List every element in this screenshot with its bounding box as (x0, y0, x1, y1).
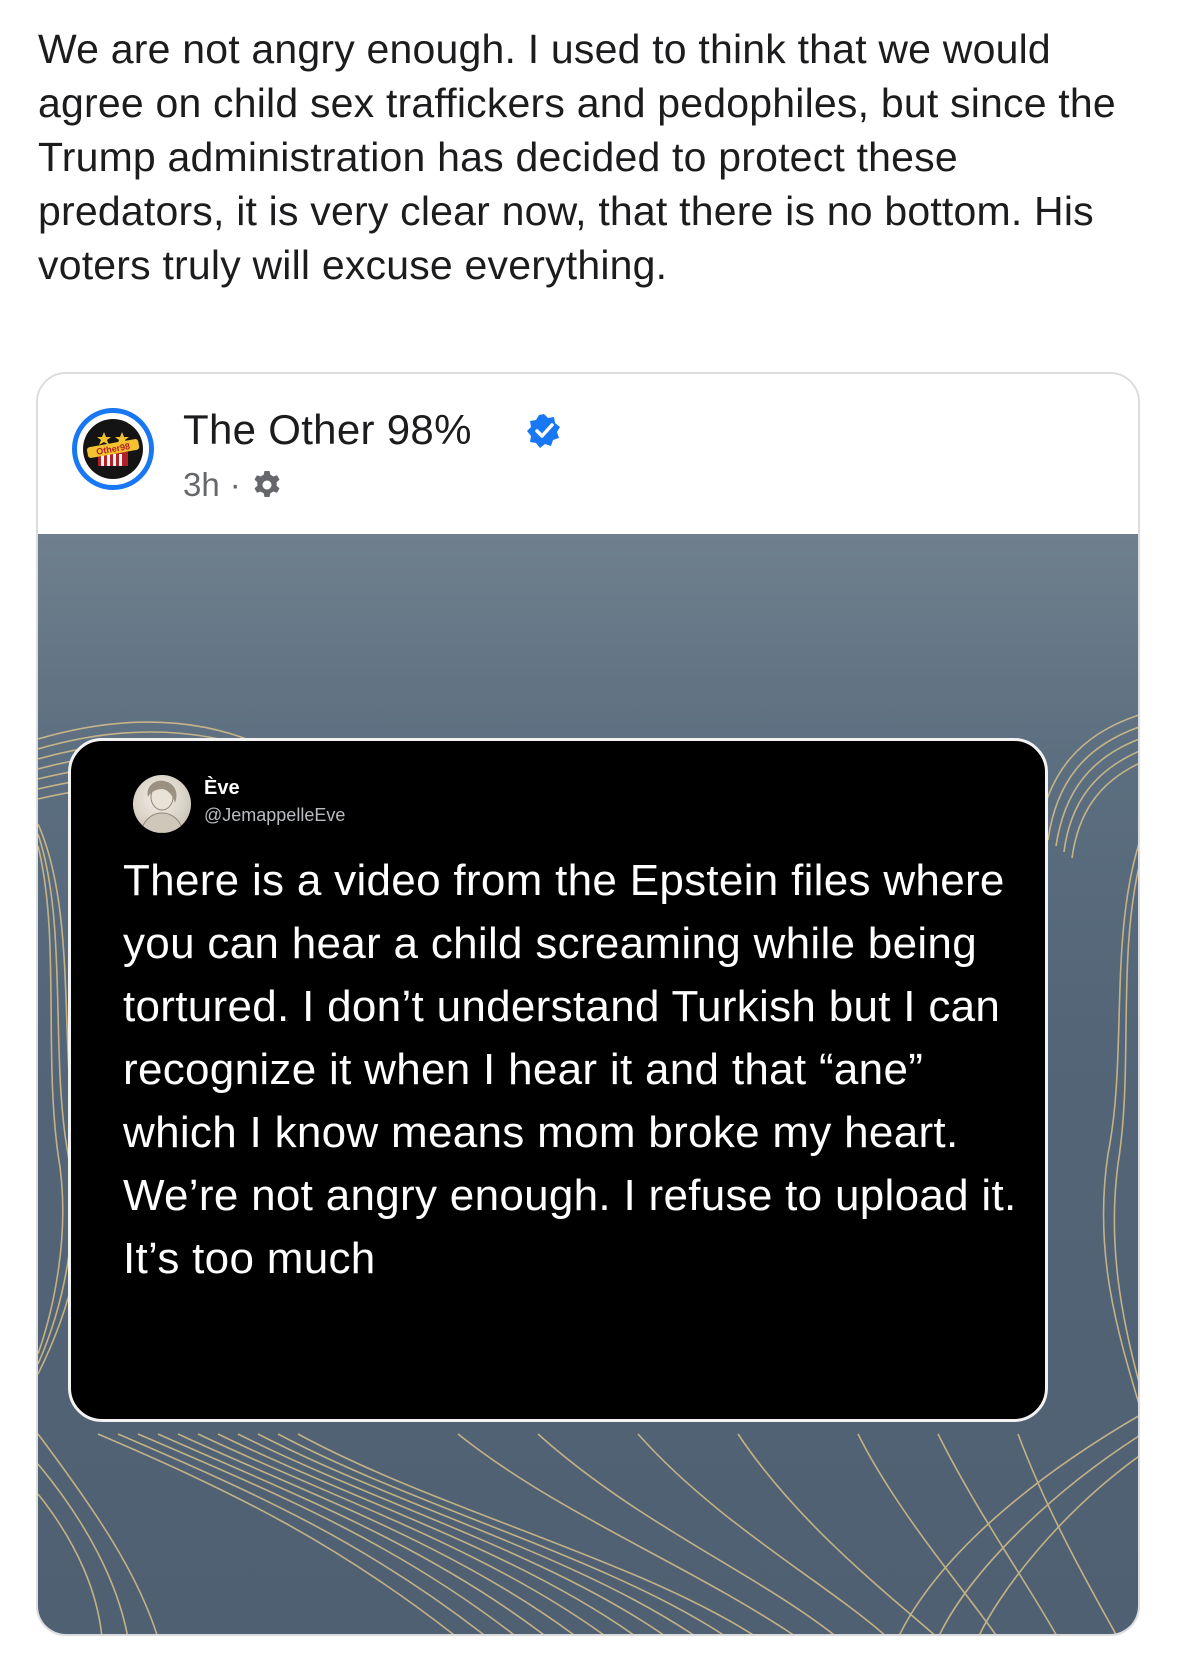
tweet-text: There is a video from the Epstein files … (123, 856, 1017, 1283)
quoted-tweet-card: Ève @JemappelleEve There is a video from… (68, 738, 1048, 1422)
portrait-icon (140, 780, 184, 833)
tweet-author: Ève (204, 777, 240, 799)
other98-logo-icon: Other98 (83, 419, 143, 479)
meta-separator: · (229, 466, 241, 503)
tweet-avatar (133, 775, 191, 833)
post-text: We are not angry enough. I used to think… (38, 26, 1116, 288)
post-time[interactable]: 3h (183, 466, 220, 504)
shared-post-card[interactable]: Other98 The Other 98% 3h · Ève @Jemappel… (36, 372, 1140, 1636)
page-avatar[interactable]: Other98 (72, 408, 154, 490)
post-meta: 3h · (183, 466, 283, 504)
gear-icon (254, 471, 280, 497)
verified-badge-icon (527, 414, 560, 448)
post-image[interactable]: Ève @JemappelleEve There is a video from… (38, 534, 1138, 1634)
shared-post-header: Other98 The Other 98% 3h · (38, 374, 1138, 534)
tweet-handle: @JemappelleEve (204, 805, 346, 825)
page-name[interactable]: The Other 98% (183, 406, 472, 454)
